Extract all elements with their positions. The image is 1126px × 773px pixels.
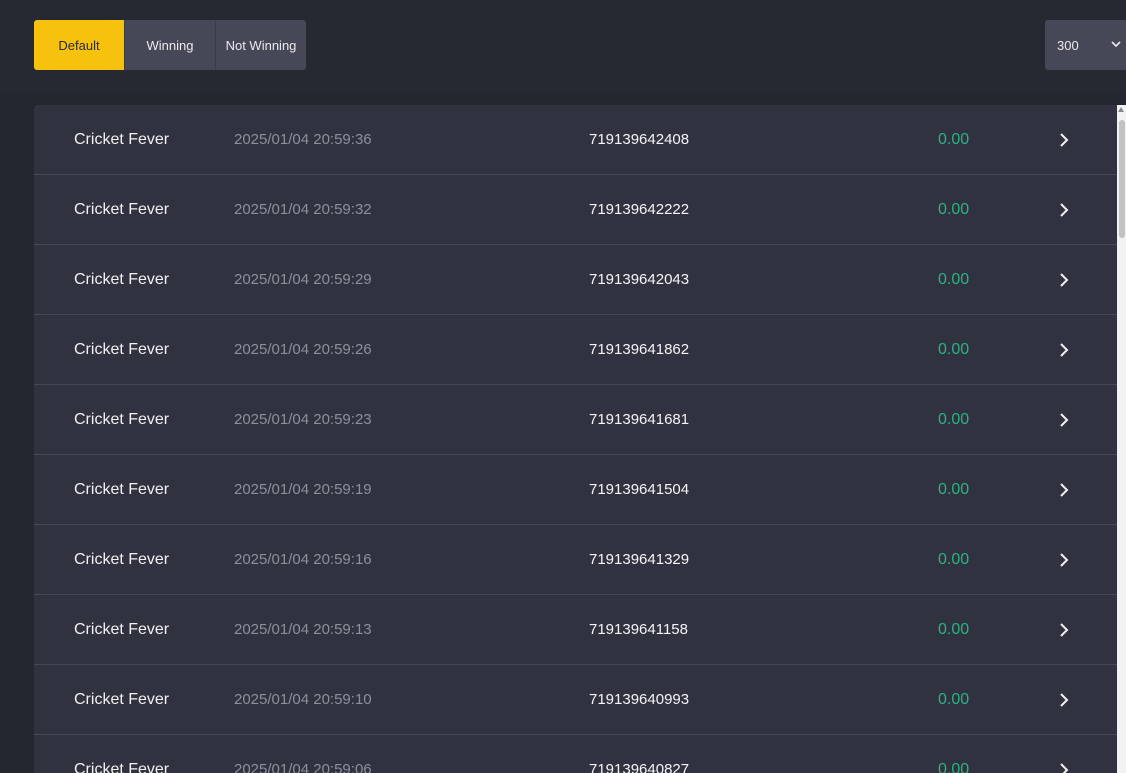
bet-time: 2025/01/04 20:59:06 <box>234 761 372 773</box>
table-row[interactable]: Cricket Fever 2025/01/04 20:59:23 719139… <box>34 385 1117 455</box>
bet-history-list: Cricket Fever 2025/01/04 20:59:36 719139… <box>34 105 1117 773</box>
chevron-right-icon[interactable] <box>1056 735 1072 773</box>
table-row[interactable]: Cricket Fever 2025/01/04 20:59:29 719139… <box>34 245 1117 315</box>
win-amount: 0.00 <box>938 760 970 773</box>
bet-id: 719139641504 <box>589 481 690 498</box>
win-amount: 0.00 <box>938 200 970 218</box>
scrollbar-thumb[interactable] <box>1119 120 1125 238</box>
win-amount: 0.00 <box>938 340 970 358</box>
game-name: Cricket Fever <box>74 620 170 638</box>
bet-time: 2025/01/04 20:59:19 <box>234 481 372 498</box>
win-amount: 0.00 <box>938 130 970 148</box>
game-name: Cricket Fever <box>74 340 170 358</box>
chevron-right-icon[interactable] <box>1056 315 1072 384</box>
chevron-right-icon[interactable] <box>1056 595 1072 664</box>
page-size-value: 300 <box>1057 37 1079 53</box>
bet-id: 719139640827 <box>589 761 690 773</box>
game-name: Cricket Fever <box>74 480 170 498</box>
chevron-right-icon[interactable] <box>1056 385 1072 454</box>
win-amount: 0.00 <box>938 620 970 638</box>
bet-time: 2025/01/04 20:59:36 <box>234 131 372 148</box>
scroll-up-icon[interactable] <box>1118 107 1124 112</box>
game-name: Cricket Fever <box>74 760 170 773</box>
win-amount: 0.00 <box>938 480 970 498</box>
game-name: Cricket Fever <box>74 410 170 428</box>
bet-time: 2025/01/04 20:59:32 <box>234 201 372 218</box>
chevron-right-icon[interactable] <box>1056 175 1072 244</box>
filter-default-button[interactable]: Default <box>34 20 124 70</box>
game-name: Cricket Fever <box>74 690 170 708</box>
game-name: Cricket Fever <box>74 200 170 218</box>
table-row[interactable]: Cricket Fever 2025/01/04 20:59:19 719139… <box>34 455 1117 525</box>
filter-not-winning-button[interactable]: Not Winning <box>215 20 306 70</box>
chevron-down-icon <box>1111 41 1121 48</box>
bet-id: 719139642408 <box>589 131 690 148</box>
bet-id: 719139642222 <box>589 201 690 218</box>
bet-id: 719139642043 <box>589 271 690 288</box>
table-row[interactable]: Cricket Fever 2025/01/04 20:59:13 719139… <box>34 595 1117 665</box>
win-amount: 0.00 <box>938 550 970 568</box>
page-size-select[interactable]: 300 <box>1045 20 1126 70</box>
chevron-right-icon[interactable] <box>1056 105 1072 174</box>
bet-id: 719139641862 <box>589 341 690 358</box>
bet-time: 2025/01/04 20:59:10 <box>234 691 372 708</box>
bet-id: 719139641158 <box>589 621 688 638</box>
bet-time: 2025/01/04 20:59:16 <box>234 551 372 568</box>
table-row[interactable]: Cricket Fever 2025/01/04 20:59:26 719139… <box>34 315 1117 385</box>
bet-id: 719139641681 <box>589 411 690 428</box>
win-amount: 0.00 <box>938 270 970 288</box>
filter-winning-button[interactable]: Winning <box>124 20 215 70</box>
chevron-right-icon[interactable] <box>1056 525 1072 594</box>
chevron-right-icon[interactable] <box>1056 665 1072 734</box>
win-amount: 0.00 <box>938 410 970 428</box>
table-row[interactable]: Cricket Fever 2025/01/04 20:59:16 719139… <box>34 525 1117 595</box>
chevron-right-icon[interactable] <box>1056 455 1072 524</box>
table-row[interactable]: Cricket Fever 2025/01/04 20:59:32 719139… <box>34 175 1117 245</box>
win-amount: 0.00 <box>938 690 970 708</box>
game-name: Cricket Fever <box>74 550 170 568</box>
bet-time: 2025/01/04 20:59:23 <box>234 411 372 428</box>
game-name: Cricket Fever <box>74 270 170 288</box>
bet-time: 2025/01/04 20:59:29 <box>234 271 372 288</box>
table-row[interactable]: Cricket Fever 2025/01/04 20:59:10 719139… <box>34 665 1117 735</box>
bet-id: 719139640993 <box>589 691 690 708</box>
table-row[interactable]: Cricket Fever 2025/01/04 20:59:06 719139… <box>34 735 1117 773</box>
bet-time: 2025/01/04 20:59:26 <box>234 341 372 358</box>
table-row[interactable]: Cricket Fever 2025/01/04 20:59:36 719139… <box>34 105 1117 175</box>
result-filter-group: Default Winning Not Winning <box>34 20 306 70</box>
bet-id: 719139641329 <box>589 551 690 568</box>
game-name: Cricket Fever <box>74 130 170 148</box>
chevron-right-icon[interactable] <box>1056 245 1072 314</box>
bet-time: 2025/01/04 20:59:13 <box>234 621 372 638</box>
